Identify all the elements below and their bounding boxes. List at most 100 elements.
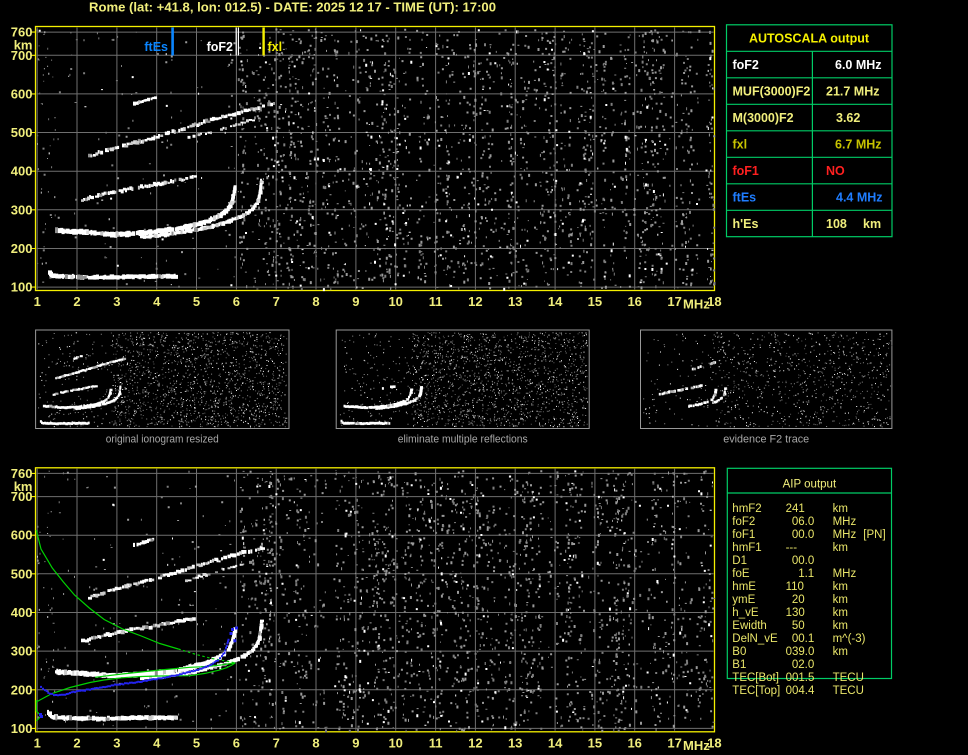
svg-text:MUF(3000)F2: MUF(3000)F2 (733, 84, 811, 98)
svg-text:DelN_vE: DelN_vE (732, 633, 778, 645)
svg-text:foF2: foF2 (207, 40, 233, 54)
svg-text:100: 100 (11, 280, 33, 295)
svg-text:6: 6 (233, 735, 240, 750)
svg-text:ftEs: ftEs (733, 190, 757, 204)
svg-text:17: 17 (667, 294, 681, 309)
svg-text:3: 3 (113, 294, 120, 309)
svg-text:1: 1 (34, 735, 41, 750)
svg-text:km: km (833, 620, 848, 632)
svg-text:039.0: 039.0 (786, 646, 815, 658)
svg-text:7: 7 (273, 294, 280, 309)
svg-text:241: 241 (786, 503, 805, 515)
svg-text:00.0: 00.0 (792, 555, 814, 567)
svg-text:evidence F2 trace: evidence F2 trace (723, 434, 809, 446)
svg-text:original ionogram resized: original ionogram resized (106, 434, 219, 446)
svg-text:[PN]: [PN] (863, 529, 885, 541)
svg-text:300: 300 (11, 644, 33, 659)
svg-text:5: 5 (193, 294, 200, 309)
svg-text:110: 110 (786, 581, 804, 593)
svg-text:h'Es: h'Es (733, 217, 759, 231)
svg-text:9: 9 (352, 294, 359, 309)
svg-text:ymE: ymE (732, 594, 755, 606)
svg-text:D1: D1 (732, 555, 747, 567)
svg-text:km: km (833, 542, 848, 554)
svg-text:200: 200 (11, 241, 33, 256)
svg-text:foE: foE (732, 568, 750, 580)
svg-text:m^(-3): m^(-3) (833, 633, 866, 645)
svg-text:h_vE: h_vE (732, 607, 759, 619)
svg-text:fxl: fxl (268, 40, 283, 54)
svg-text:17: 17 (667, 735, 681, 750)
svg-text:500: 500 (11, 566, 33, 581)
svg-text:MHz: MHz (683, 738, 710, 753)
svg-text:500: 500 (11, 125, 33, 140)
svg-text:km: km (14, 38, 33, 53)
svg-text:13: 13 (508, 735, 522, 750)
svg-text:13: 13 (508, 294, 522, 309)
svg-text:100: 100 (11, 721, 33, 736)
svg-text:50: 50 (792, 620, 805, 632)
svg-text:12: 12 (468, 294, 482, 309)
svg-text:001.5: 001.5 (786, 672, 815, 684)
svg-text:20: 20 (792, 594, 805, 606)
svg-text:600: 600 (11, 528, 33, 543)
svg-text:14: 14 (548, 294, 563, 309)
svg-text:MHz: MHz (683, 297, 710, 312)
svg-text:hmF1: hmF1 (732, 542, 761, 554)
svg-text:km: km (833, 607, 848, 619)
svg-text:4: 4 (153, 294, 161, 309)
svg-text:600: 600 (11, 86, 33, 101)
svg-text:TEC[Top]: TEC[Top] (732, 685, 780, 697)
svg-text:hmF2: hmF2 (732, 503, 761, 515)
svg-text:130: 130 (786, 607, 805, 619)
svg-text:3.62: 3.62 (836, 111, 860, 125)
svg-text:AIP output: AIP output (783, 479, 837, 491)
svg-text:16: 16 (627, 294, 641, 309)
svg-text:AUTOSCALA output: AUTOSCALA output (749, 32, 870, 46)
svg-text:---: --- (786, 542, 798, 554)
svg-text:9: 9 (352, 735, 359, 750)
svg-text:km: km (833, 503, 848, 515)
svg-text:10: 10 (388, 294, 402, 309)
svg-text:M(3000)F2: M(3000)F2 (733, 111, 794, 125)
svg-text:km: km (863, 217, 881, 231)
svg-text:108: 108 (826, 217, 847, 231)
svg-text:00.0: 00.0 (792, 529, 814, 541)
svg-text:NO: NO (826, 164, 845, 178)
svg-text:hmE: hmE (732, 581, 756, 593)
svg-text:16: 16 (627, 735, 641, 750)
svg-text:fxl: fxl (733, 137, 748, 151)
svg-text:15: 15 (588, 294, 602, 309)
svg-text:Rome (lat: +41.8, lon: 012.5): Rome (lat: +41.8, lon: 012.5) - DATE: 20… (89, 1, 496, 15)
svg-text:foF1: foF1 (732, 529, 755, 541)
svg-text:6.7 MHz: 6.7 MHz (835, 137, 882, 151)
svg-text:km: km (833, 646, 848, 658)
svg-text:MHz: MHz (833, 516, 857, 528)
svg-text:2: 2 (73, 735, 80, 750)
svg-text:6.0 MHz: 6.0 MHz (835, 58, 882, 72)
svg-text:B1: B1 (732, 659, 746, 671)
svg-text:14: 14 (548, 735, 563, 750)
svg-text:10: 10 (388, 735, 402, 750)
svg-text:5: 5 (193, 735, 200, 750)
svg-text:MHz: MHz (833, 529, 857, 541)
svg-text:eliminate multiple reflections: eliminate multiple reflections (398, 434, 528, 446)
svg-text:02.0: 02.0 (792, 659, 814, 671)
svg-text:00.1: 00.1 (792, 633, 814, 645)
svg-text:12: 12 (468, 735, 482, 750)
svg-text:1: 1 (34, 294, 41, 309)
svg-text:3: 3 (113, 735, 120, 750)
svg-text:Ewidth: Ewidth (732, 620, 767, 632)
svg-text:300: 300 (11, 202, 33, 217)
svg-text:1.1: 1.1 (798, 568, 814, 580)
svg-text:TEC[Bot]: TEC[Bot] (732, 672, 779, 684)
svg-text:TECU: TECU (833, 685, 864, 697)
svg-text:400: 400 (11, 164, 33, 179)
svg-text:2: 2 (73, 294, 80, 309)
svg-text:21.7 MHz: 21.7 MHz (826, 84, 880, 98)
svg-text:7: 7 (273, 735, 280, 750)
svg-text:TECU: TECU (833, 672, 864, 684)
svg-text:8: 8 (312, 294, 319, 309)
svg-text:15: 15 (588, 735, 602, 750)
svg-text:11: 11 (429, 735, 443, 750)
